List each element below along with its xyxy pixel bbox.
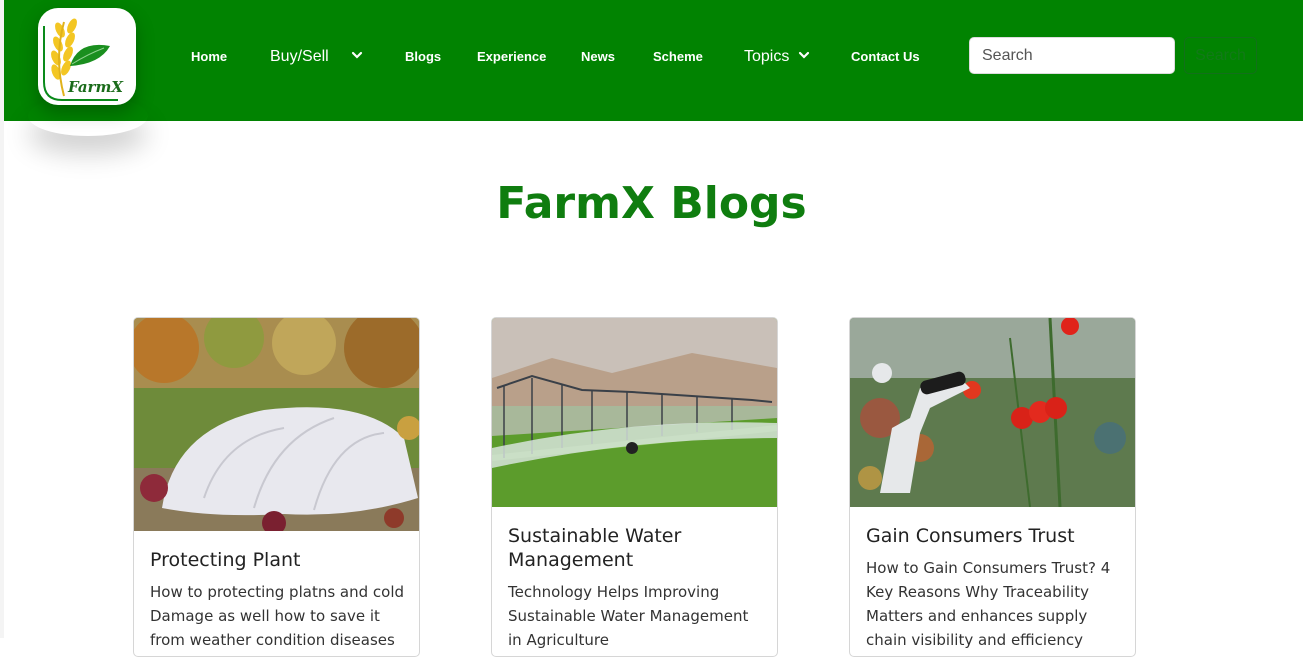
nav-scheme[interactable]: Scheme: [653, 46, 703, 68]
blog-card-water-management[interactable]: Sustainable Water Management Technology …: [491, 317, 778, 657]
nav-news[interactable]: News: [581, 46, 615, 68]
nav-buy-sell[interactable]: Buy/Sell: [270, 46, 329, 68]
search-button[interactable]: Search: [1184, 37, 1257, 74]
card-title[interactable]: Sustainable Water Management: [508, 524, 764, 572]
card-text: How to protecting platns and cold Damage…: [150, 583, 405, 649]
irrigation-photo: [492, 318, 777, 507]
topics-chevron-down-icon[interactable]: [798, 49, 810, 61]
nav-home[interactable]: Home: [191, 46, 227, 68]
nav-blogs[interactable]: Blogs: [405, 46, 441, 68]
farmx-logo[interactable]: FarmX: [38, 8, 136, 105]
card-title[interactable]: Gain Consumers Trust: [866, 524, 1122, 548]
blog-card-protecting-plant[interactable]: Protecting Plant How to protecting platn…: [133, 317, 420, 657]
card-text: Technology Helps Improving Sustainable W…: [508, 583, 749, 649]
blog-card-consumers-trust[interactable]: Gain Consumers Trust How to Gain Consume…: [849, 317, 1136, 657]
buy-sell-chevron-down-icon[interactable]: [351, 49, 363, 61]
nav-topics[interactable]: Topics: [744, 46, 789, 68]
wheat-leaf-logo-icon: FarmX: [43, 18, 124, 101]
search-input[interactable]: [969, 37, 1175, 74]
logo-text: FarmX: [67, 78, 124, 96]
nav-contact-us[interactable]: Contact Us: [851, 46, 920, 68]
nav-experience[interactable]: Experience: [477, 46, 546, 68]
plant-cover-photo: [134, 318, 419, 531]
card-title[interactable]: Protecting Plant: [150, 548, 406, 572]
page-title: FarmX Blogs: [496, 178, 807, 229]
robot-tomato-photo: [850, 318, 1135, 507]
